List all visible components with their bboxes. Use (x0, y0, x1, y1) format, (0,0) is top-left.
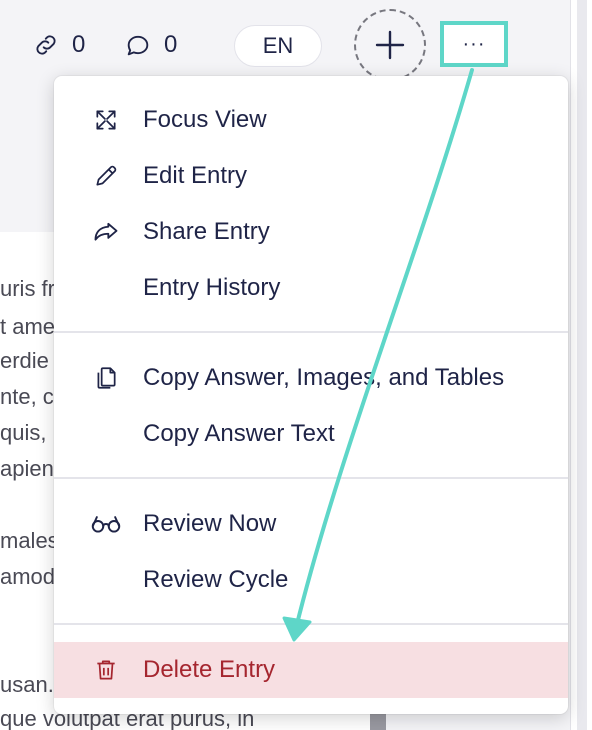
glasses-icon (90, 508, 122, 540)
menu-divider (54, 331, 568, 333)
menu-item-label: Copy Answer, Images, and Tables (143, 364, 505, 391)
expand-icon (90, 104, 122, 136)
menu-item-delete-entry[interactable]: Delete Entry (54, 642, 568, 698)
menu-item-review-cycle[interactable]: Review Cycle (54, 552, 568, 608)
plus-icon (375, 30, 405, 60)
menu-item-edit-entry[interactable]: Edit Entry (54, 148, 568, 204)
comments-counter[interactable]: 0 (124, 28, 177, 62)
pencil-icon (90, 160, 122, 192)
content-line: amod (0, 564, 56, 589)
trash-icon (90, 654, 122, 686)
content-line: males (0, 528, 59, 553)
links-counter[interactable]: 0 (32, 28, 85, 62)
menu-item-focus-view[interactable]: Focus View (54, 92, 568, 148)
copy-icon (90, 362, 122, 394)
links-count: 0 (72, 31, 86, 58)
content-line: t ame (0, 314, 56, 339)
add-button[interactable] (354, 9, 426, 81)
menu-item-label: Share Entry (143, 218, 270, 245)
content-line: uris fr (0, 276, 55, 301)
menu-item-label: Review Cycle (143, 566, 289, 593)
menu-item-label: Copy Answer Text (143, 420, 335, 447)
comments-count: 0 (164, 31, 178, 58)
menu-item-label: Review Now (143, 510, 277, 537)
comment-icon (127, 35, 149, 56)
page-scrollbar-thumb[interactable] (577, 0, 587, 730)
menu-item-label: Focus View (143, 106, 267, 133)
menu-item-entry-history[interactable]: Entry History (54, 260, 568, 316)
menu-divider (54, 477, 568, 479)
menu-item-copy-answer-images-tables[interactable]: Copy Answer, Images, and Tables (54, 350, 568, 406)
menu-divider (54, 623, 568, 625)
content-line: quis, (0, 420, 47, 445)
language-label: EN (262, 33, 294, 58)
menu-item-review-now[interactable]: Review Now (54, 496, 568, 552)
menu-item-copy-answer-text[interactable]: Copy Answer Text (54, 406, 568, 462)
content-line: nte, c (0, 384, 54, 409)
more-options-button[interactable]: ··· (440, 21, 508, 67)
page-scrollbar[interactable] (570, 0, 592, 730)
language-selector[interactable]: EN (234, 25, 322, 67)
link-icon (36, 35, 56, 55)
menu-item-label: Delete Entry (143, 656, 276, 683)
content-line: apien (0, 456, 54, 481)
entry-options-menu: Focus View Edit Entry Share Entry Entry … (54, 76, 568, 714)
menu-item-label: Edit Entry (143, 162, 248, 189)
ellipsis-icon: ··· (462, 32, 486, 55)
menu-item-label: Entry History (143, 274, 281, 301)
share-icon (90, 216, 122, 248)
content-line: erdie (0, 348, 49, 373)
menu-item-share-entry[interactable]: Share Entry (54, 204, 568, 260)
